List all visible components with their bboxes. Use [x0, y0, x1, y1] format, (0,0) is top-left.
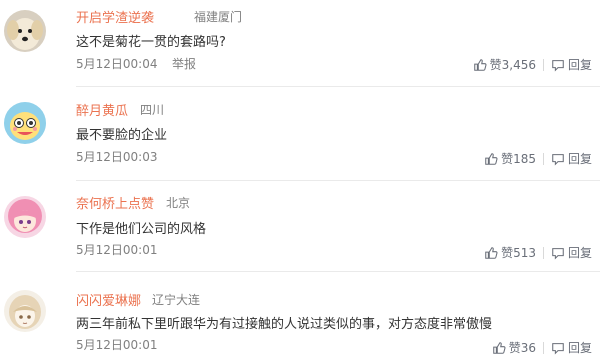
- reply-icon: [552, 153, 564, 166]
- comment-text: 两三年前私下里听跟华为有过接触的人说过类似的事，对方态度非常傲慢: [76, 317, 493, 332]
- avatar[interactable]: [4, 290, 46, 332]
- comment-text: 这不是菊花一贯的套路吗?: [76, 35, 226, 50]
- reply-label: 回复: [567, 246, 592, 260]
- like-button[interactable]: 赞 3,456: [473, 56, 536, 73]
- like-label: 赞: [508, 341, 521, 355]
- reply-button[interactable]: 回复: [551, 244, 592, 261]
- location: 四川: [140, 103, 165, 117]
- divider: [542, 58, 544, 71]
- comment-divider: [76, 86, 600, 87]
- reply-button[interactable]: 回复: [551, 339, 592, 356]
- like-label: 赞: [501, 246, 514, 260]
- reply-label: 回复: [567, 58, 592, 72]
- comment-actions: 赞 36 回复: [492, 339, 592, 356]
- username[interactable]: 醉月黄瓜: [76, 100, 128, 119]
- comment-item: 开启学渣逆袭 福建厦门 这不是菊花一贯的套路吗? 5月12日00:04 举报 赞…: [0, 0, 600, 90]
- dog-avatar-icon: [4, 10, 46, 52]
- reply-label: 回复: [567, 341, 592, 355]
- comment-time: 5月12日00:01: [76, 338, 158, 352]
- username[interactable]: 开启学渣逆袭: [76, 7, 154, 26]
- comment-actions: 赞 3,456 回复: [473, 56, 592, 73]
- comment-divider: [76, 180, 600, 181]
- comment-actions: 赞 513 回复: [484, 244, 592, 261]
- thumbs-up-icon: [485, 246, 498, 259]
- location: 北京: [166, 196, 191, 210]
- comment-time: 5月12日00:04: [76, 57, 158, 71]
- divider: [542, 246, 544, 259]
- divider: [542, 152, 544, 165]
- divider: [542, 341, 544, 354]
- thumbs-up-icon: [473, 58, 487, 71]
- username[interactable]: 闪闪爱琳娜: [76, 290, 141, 309]
- location: 辽宁大连: [152, 293, 201, 307]
- avatar[interactable]: [4, 196, 46, 238]
- like-button[interactable]: 赞 513: [484, 244, 536, 261]
- thumbs-up-icon: [492, 341, 506, 354]
- reply-icon: [552, 342, 564, 355]
- comment-text: 下作是他们公司的风格: [76, 222, 207, 237]
- comment-item: 闪闪爱琳娜 辽宁大连 两三年前私下里听跟华为有过接触的人说过类似的事，对方态度非…: [0, 276, 600, 362]
- like-count: 3,456: [501, 57, 536, 72]
- comment-time: 5月12日00:01: [76, 243, 158, 257]
- report-link[interactable]: 举报: [172, 55, 196, 72]
- location: 福建厦门: [194, 10, 243, 24]
- reply-label: 回复: [567, 152, 592, 166]
- reply-icon: [552, 247, 564, 260]
- reply-button[interactable]: 回复: [551, 56, 592, 73]
- like-label: 赞: [489, 58, 502, 72]
- like-button[interactable]: 赞 36: [492, 339, 536, 356]
- like-count: 513: [513, 245, 536, 260]
- cartoon-face-avatar-icon: [4, 102, 46, 144]
- avatar[interactable]: [4, 102, 46, 144]
- anime-girl-pink-avatar-icon: [4, 196, 46, 238]
- reply-icon: [552, 59, 564, 72]
- like-label: 赞: [501, 152, 514, 166]
- comment-text: 最不要脸的企业: [76, 128, 168, 143]
- like-count: 36: [520, 340, 536, 355]
- like-count: 185: [513, 151, 536, 166]
- thumbs-up-icon: [485, 152, 498, 165]
- avatar[interactable]: [4, 10, 46, 52]
- like-button[interactable]: 赞 185: [484, 150, 536, 167]
- comment-item: 奈何桥上点赞 北京 下作是他们公司的风格 5月12日00:01 赞 513 回复: [0, 184, 600, 274]
- anime-girl-sketch-avatar-icon: [4, 290, 46, 332]
- comment-item: 醉月黄瓜 四川 最不要脸的企业 5月12日00:03 赞 185 回复: [0, 90, 600, 181]
- comment-actions: 赞 185 回复: [484, 150, 592, 167]
- comment-time: 5月12日00:03: [76, 150, 158, 164]
- username[interactable]: 奈何桥上点赞: [76, 193, 154, 212]
- reply-button[interactable]: 回复: [551, 150, 592, 167]
- comment-divider: [76, 271, 600, 272]
